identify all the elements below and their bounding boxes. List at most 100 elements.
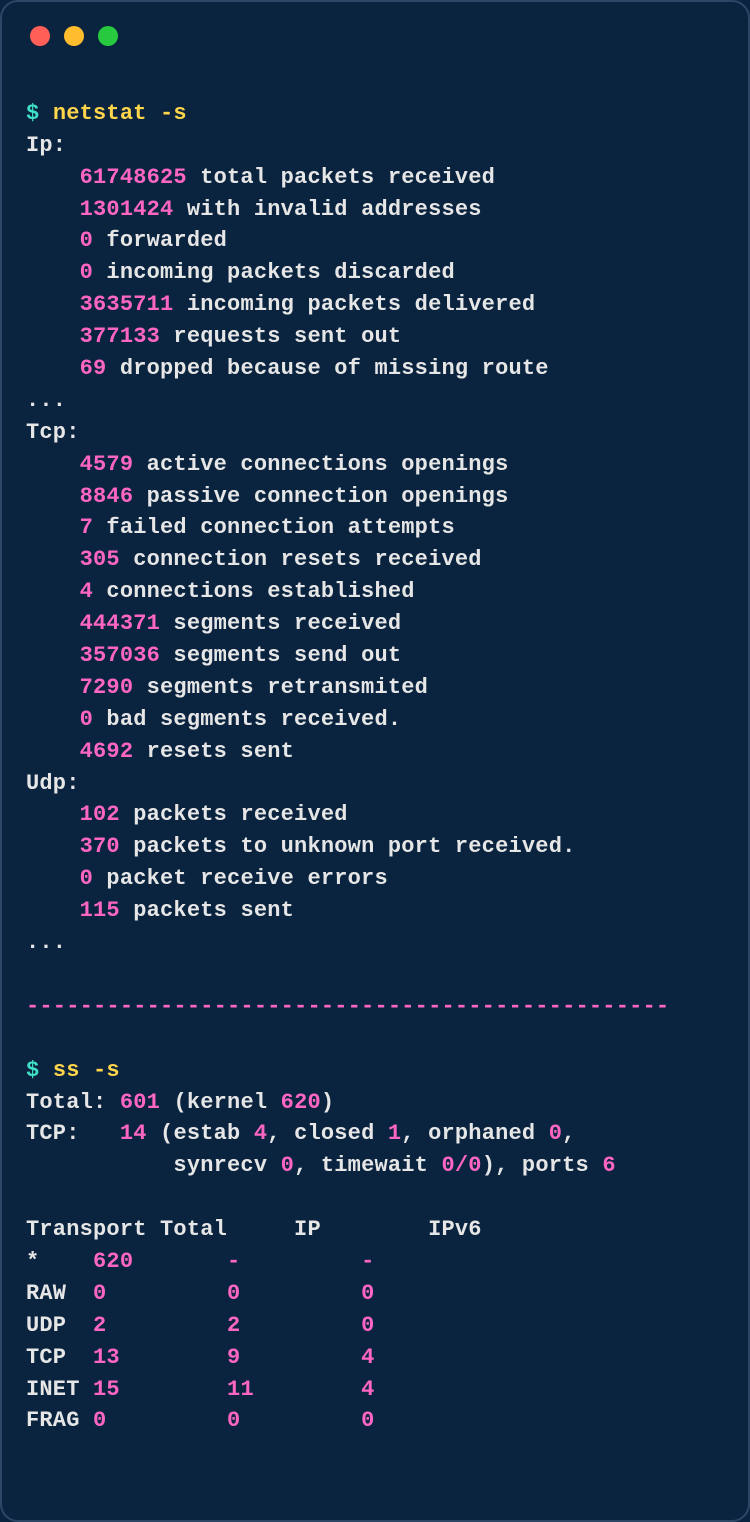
zoom-icon[interactable]	[98, 26, 118, 46]
ss-total: 601	[120, 1090, 160, 1115]
section-ip-header: Ip:	[26, 133, 66, 158]
stat-number: 444371	[80, 611, 160, 636]
ss-closed-prefix: , closed	[267, 1121, 388, 1146]
stat-text: forwarded	[93, 228, 227, 253]
stat-number: 4692	[80, 739, 134, 764]
stat-number: 305	[80, 547, 120, 572]
table-row-ipv6: 4	[361, 1377, 374, 1402]
stat-number: 7290	[80, 675, 134, 700]
section-udp-header: Udp:	[26, 771, 80, 796]
stat-text: dropped because of missing route	[106, 356, 548, 381]
table-row-total: 15	[93, 1377, 227, 1402]
ss-kernel: 620	[281, 1090, 321, 1115]
ss-orphaned-prefix: , orphaned	[401, 1121, 548, 1146]
stat-text: segments send out	[160, 643, 401, 668]
table-row-ipv6: 0	[361, 1313, 374, 1338]
table-row-total: 13	[93, 1345, 227, 1370]
stat-text: total packets received	[187, 165, 495, 190]
table-row-name: UDP	[26, 1313, 93, 1338]
table-row-ip: 11	[227, 1377, 361, 1402]
stat-number: 357036	[80, 643, 160, 668]
stat-text: incoming packets delivered	[173, 292, 535, 317]
ss-ports-prefix: ), ports	[482, 1153, 603, 1178]
stat-number: 4579	[80, 452, 134, 477]
ss-table-header: Transport Total IP IPv6	[26, 1217, 482, 1242]
ss-tcp-label: TCP:	[26, 1121, 120, 1146]
udp-rows: 102 packets received 370 packets to unkn…	[26, 802, 576, 923]
stat-text: with invalid addresses	[173, 197, 481, 222]
stat-number: 370	[80, 834, 120, 859]
prompt: $	[26, 101, 39, 126]
ss-closed: 1	[388, 1121, 401, 1146]
ss-synrecv: 0	[281, 1153, 294, 1178]
ss-kernel-suffix: )	[321, 1090, 334, 1115]
command-netstat: netstat -s	[53, 101, 187, 126]
tcp-rows: 4579 active connections openings 8846 pa…	[26, 452, 508, 764]
close-icon[interactable]	[30, 26, 50, 46]
stat-text: packets to unknown port received.	[120, 834, 576, 859]
stat-text: bad segments received.	[93, 707, 401, 732]
stat-number: 377133	[80, 324, 160, 349]
table-row-name: TCP	[26, 1345, 93, 1370]
table-row-ip: 9	[227, 1345, 361, 1370]
stat-text: segments received	[160, 611, 401, 636]
command-ss: ss -s	[53, 1058, 120, 1083]
table-row-ipv6: -	[361, 1249, 374, 1274]
ss-estab: 4	[254, 1121, 267, 1146]
terminal-output: $ netstat -s Ip: 61748625 total packets …	[26, 66, 724, 1437]
stat-number: 1301424	[80, 197, 174, 222]
stat-number: 0	[80, 866, 93, 891]
stat-number: 0	[80, 260, 93, 285]
ss-ports: 6	[602, 1153, 615, 1178]
stat-text: active connections openings	[133, 452, 508, 477]
ss-total-label: Total:	[26, 1090, 120, 1115]
ss-line2-indent: synrecv	[26, 1153, 281, 1178]
table-row-ip: -	[227, 1249, 361, 1274]
table-row-total: 2	[93, 1313, 227, 1338]
stat-number: 102	[80, 802, 120, 827]
stat-text: packets sent	[120, 898, 294, 923]
ss-estab-prefix: (estab	[147, 1121, 254, 1146]
stat-text: failed connection attempts	[93, 515, 455, 540]
stat-number: 7	[80, 515, 93, 540]
stat-text: incoming packets discarded	[93, 260, 455, 285]
table-row-total: 0	[93, 1281, 227, 1306]
window-controls	[26, 20, 724, 66]
ip-rows: 61748625 total packets received 1301424 …	[26, 165, 549, 381]
table-row-ipv6: 4	[361, 1345, 374, 1370]
ss-timewait: 0/0	[442, 1153, 482, 1178]
stat-number: 4	[80, 579, 93, 604]
ellipsis: ...	[26, 388, 66, 413]
ss-table-rows: * 620 - - RAW 0 0 0 UDP 2 2 0 TCP 13 9 4…	[26, 1249, 374, 1433]
separator: ----------------------------------------…	[26, 994, 669, 1019]
table-row-ipv6: 0	[361, 1281, 374, 1306]
stat-text: passive connection openings	[133, 484, 508, 509]
stat-text: packet receive errors	[93, 866, 388, 891]
ss-kernel-prefix: (kernel	[160, 1090, 281, 1115]
stat-number: 115	[80, 898, 120, 923]
table-row-ip: 0	[227, 1281, 361, 1306]
stat-number: 0	[80, 228, 93, 253]
stat-text: connection resets received	[120, 547, 482, 572]
minimize-icon[interactable]	[64, 26, 84, 46]
table-row-name: *	[26, 1249, 93, 1274]
table-row-ip: 2	[227, 1313, 361, 1338]
ss-orphaned: 0	[549, 1121, 562, 1146]
table-row-name: INET	[26, 1377, 93, 1402]
table-row-ipv6: 0	[361, 1408, 374, 1433]
stat-number: 3635711	[80, 292, 174, 317]
table-row-ip: 0	[227, 1408, 361, 1433]
stat-text: requests sent out	[160, 324, 401, 349]
stat-number: 61748625	[80, 165, 187, 190]
ss-tcp-total: 14	[120, 1121, 147, 1146]
stat-number: 69	[80, 356, 107, 381]
stat-text: resets sent	[133, 739, 294, 764]
table-row-name: RAW	[26, 1281, 93, 1306]
terminal-window: $ netstat -s Ip: 61748625 total packets …	[0, 0, 750, 1522]
section-tcp-header: Tcp:	[26, 420, 80, 445]
table-row-name: FRAG	[26, 1408, 93, 1433]
stat-number: 0	[80, 707, 93, 732]
prompt: $	[26, 1058, 39, 1083]
stat-number: 8846	[80, 484, 134, 509]
stat-text: segments retransmited	[133, 675, 428, 700]
